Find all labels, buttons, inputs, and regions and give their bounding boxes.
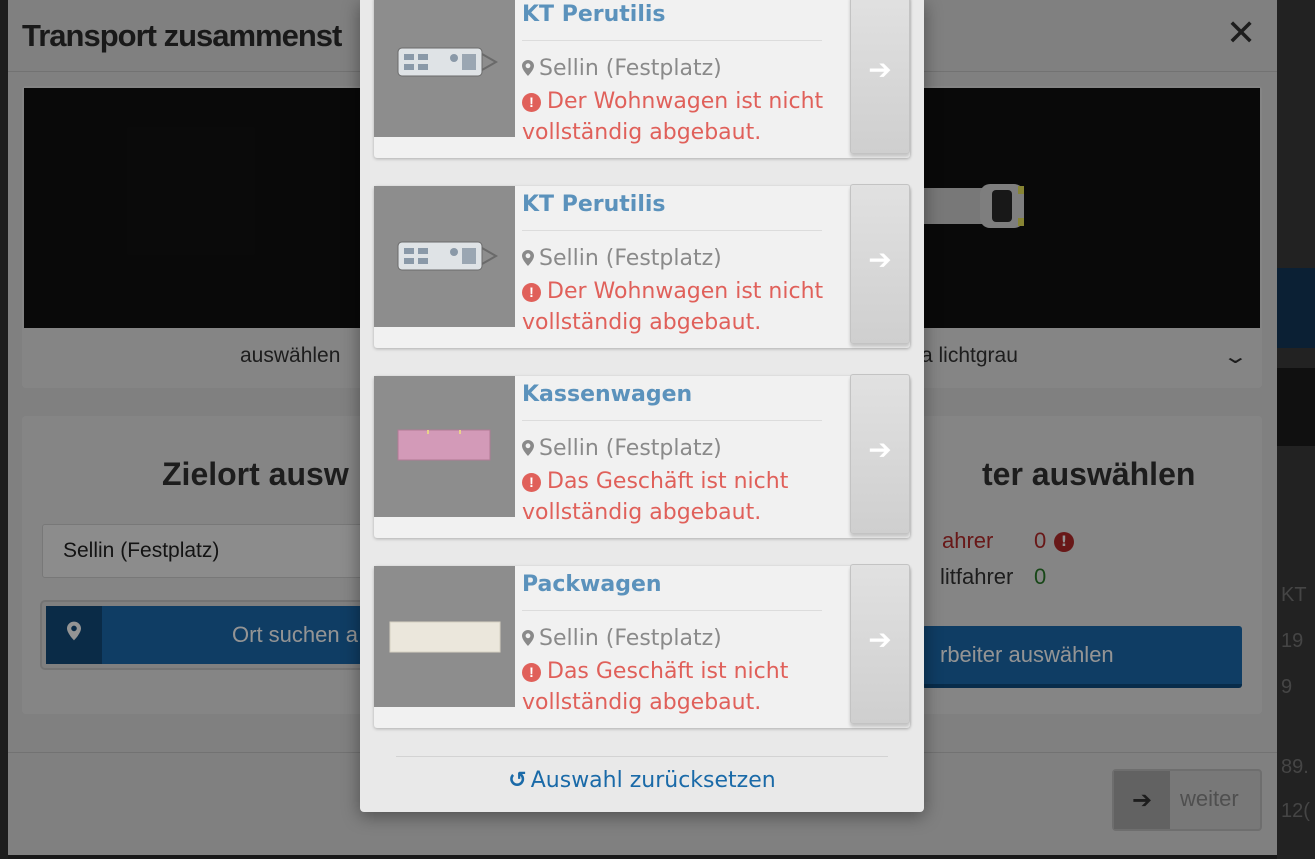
vehicle-title: Kassenwagen [522, 382, 693, 407]
select-vehicle-button[interactable]: ➔ [850, 374, 910, 534]
vehicle-color-select[interactable]: ra lichtgrau [914, 344, 1018, 368]
vehicle-location-text: Sellin (Festplatz) [539, 626, 722, 651]
search-location-button[interactable]: Ort suchen a [40, 600, 404, 670]
vehicle-card[interactable]: Kassenwagen Sellin (Festplatz) ! Das Gesc… [374, 374, 910, 538]
undo-icon: ↺ [508, 768, 527, 793]
vehicle-warning: ! Der Wohnwagen ist nicht vollständig abg… [522, 86, 840, 148]
background-text: 89. [1281, 756, 1309, 778]
vehicle-card[interactable]: KT Perutilis Sellin (Festplatz) ! Der Woh… [374, 184, 910, 348]
exclamation-circle-icon: ! [1054, 532, 1074, 552]
arrow-right-icon: ➔ [868, 433, 892, 466]
background-page-right: KT 19 9 89. 12( [1277, 0, 1315, 859]
select-vehicle-button[interactable]: ➔ [850, 0, 910, 154]
select-vehicle-button[interactable]: ➔ [850, 564, 910, 724]
arrow-right-icon: ➔ [868, 623, 892, 656]
exclamation-circle-icon: ! [522, 283, 541, 302]
background-text: 19 [1281, 630, 1304, 652]
divider [522, 610, 822, 611]
caravan-image [397, 241, 499, 271]
arrow-right-icon: ➔ [868, 53, 892, 86]
next-button[interactable]: ➔ weiter [1112, 769, 1262, 831]
map-pin-icon [522, 630, 534, 646]
vehicle-location: Sellin (Festplatz) [522, 626, 722, 651]
vehicle-thumbnail [374, 186, 515, 327]
vehicle-select-text[interactable]: auswählen [240, 344, 340, 368]
chevron-down-icon[interactable]: ⌄ [1222, 344, 1249, 368]
exclamation-circle-icon: ! [522, 93, 541, 112]
vehicle-warning: ! Der Wohnwagen ist nicht vollständig abg… [522, 276, 840, 338]
vehicle-title: KT Perutilis [522, 2, 666, 27]
destination-input[interactable]: Sellin (Festplatz) [42, 524, 402, 578]
vehicle-location: Sellin (Festplatz) [522, 436, 722, 461]
divider [396, 756, 888, 757]
divider [522, 420, 822, 421]
destination-heading: Zielort ausw [162, 456, 349, 492]
vehicle-warning-text: Das Geschäft ist nicht vollständig abgeb… [522, 659, 789, 715]
vehicle-thumbnail [374, 376, 515, 517]
vehicle-warning-text: Der Wohnwagen ist nicht vollständig abge… [522, 89, 824, 145]
reset-selection-label: Auswahl zurücksetzen [530, 768, 776, 793]
background-text: 9 [1281, 676, 1293, 698]
select-staff-label: rbeiter auswählen [940, 642, 1114, 667]
close-icon[interactable]: ✕ [1226, 16, 1256, 52]
vehicle-title: Packwagen [522, 572, 662, 597]
vehicle-thumbnail [374, 0, 515, 137]
passengers-count: 0 [1034, 564, 1047, 589]
vehicle-warning-text: Der Wohnwagen ist nicht vollständig abge… [522, 279, 824, 335]
reset-selection-link[interactable]: ↺ Auswahl zurücksetzen [360, 768, 924, 793]
vehicle-thumbnail [374, 566, 515, 707]
next-button-label: weiter [1180, 786, 1239, 811]
exclamation-circle-icon: ! [522, 663, 541, 682]
background-strip [1277, 268, 1315, 348]
booth-image [397, 429, 491, 461]
vehicle-warning-text: Das Geschäft ist nicht vollständig abgeb… [522, 469, 789, 525]
search-location-label: Ort suchen a [232, 622, 358, 647]
vehicle-picker-dialog: KT Perutilis Sellin (Festplatz) ! Der Woh… [360, 0, 924, 812]
staff-heading: ter auswählen [982, 456, 1196, 492]
trailer-image [389, 621, 501, 653]
arrow-right-icon: ➔ [1114, 771, 1170, 829]
vehicle-location: Sellin (Festplatz) [522, 56, 722, 81]
caravan-image [397, 47, 499, 77]
vehicle-location-text: Sellin (Festplatz) [539, 56, 722, 81]
background-block [1277, 368, 1315, 446]
divider [522, 40, 822, 41]
map-pin-icon [522, 440, 534, 456]
map-pin-icon [46, 606, 102, 664]
exclamation-circle-icon: ! [522, 473, 541, 492]
map-pin-icon [522, 60, 534, 76]
passengers-label: litfahrer [940, 564, 1014, 589]
vehicle-location-text: Sellin (Festplatz) [539, 436, 722, 461]
dialog-title: Transport zusammenst [22, 18, 342, 53]
drivers-count: 0 [1034, 528, 1047, 553]
divider [522, 230, 822, 231]
background-text: KT [1281, 584, 1307, 606]
vehicle-warning: ! Das Geschäft ist nicht vollständig abge… [522, 466, 840, 528]
vehicle-location-text: Sellin (Festplatz) [539, 246, 722, 271]
arrow-right-icon: ➔ [868, 243, 892, 276]
background-page-edge [0, 0, 8, 859]
select-staff-button[interactable]: rbeiter auswählen [922, 626, 1242, 688]
background-text: 12( [1281, 800, 1310, 822]
vehicle-title: KT Perutilis [522, 192, 666, 217]
vehicle-warning: ! Das Geschäft ist nicht vollständig abge… [522, 656, 840, 718]
vehicle-location: Sellin (Festplatz) [522, 246, 722, 271]
vehicle-card[interactable]: Packwagen Sellin (Festplatz) ! Das Geschä… [374, 564, 910, 728]
drivers-label: ahrer [942, 528, 994, 553]
select-vehicle-button[interactable]: ➔ [850, 184, 910, 344]
map-pin-icon [522, 250, 534, 266]
vehicle-card[interactable]: KT Perutilis Sellin (Festplatz) ! Der Woh… [374, 0, 910, 158]
